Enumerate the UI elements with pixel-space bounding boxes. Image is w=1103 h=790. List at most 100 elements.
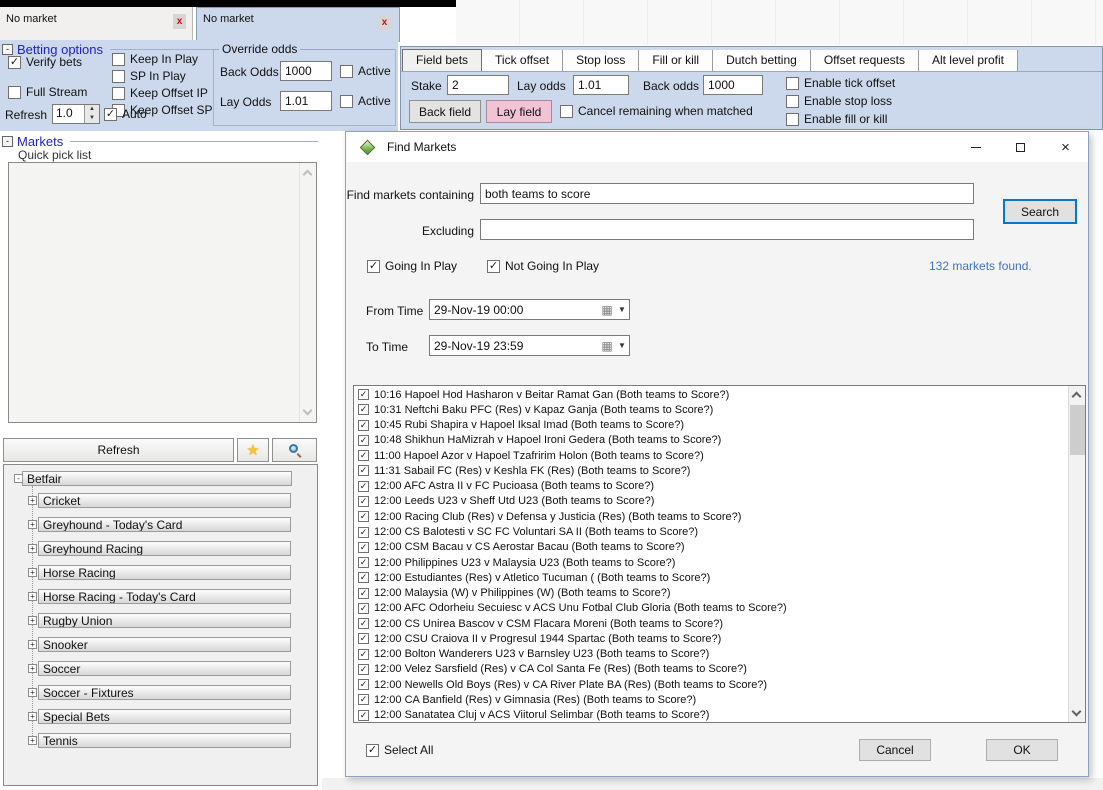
checkbox-icon[interactable] xyxy=(786,95,799,108)
betting-option-checkbox[interactable]: Keep Offset IP xyxy=(112,86,213,100)
checkbox-icon[interactable]: ✓ xyxy=(358,527,369,538)
market-tab-2[interactable]: No market x xyxy=(196,7,400,42)
market-row[interactable]: ✓10:48 Shikhun HaMizrah v Hapoel Ironi G… xyxy=(354,433,1068,448)
market-row[interactable]: ✓12:00 Leeds U23 v Sheff Utd U23 (Both t… xyxy=(354,494,1068,509)
checkbox-icon[interactable] xyxy=(340,95,353,108)
checkbox-icon[interactable]: ✓ xyxy=(358,603,369,614)
market-row[interactable]: ✓12:00 Racing Club (Res) v Defensa y Jus… xyxy=(354,509,1068,524)
refresh-interval-spinner[interactable]: 1.0 ▲▼ xyxy=(52,104,100,124)
tab-stop-loss[interactable]: Stop loss xyxy=(563,50,639,71)
checkbox-icon[interactable]: ✓ xyxy=(358,664,369,675)
checkbox-icon[interactable]: ✓ xyxy=(358,496,369,507)
tree-node-horse-racing-today-s-card[interactable]: Horse Racing - Today's Card xyxy=(38,589,291,604)
checkbox-icon[interactable]: ✓ xyxy=(358,649,369,660)
tree-node-greyhound-today-s-card[interactable]: Greyhound - Today's Card xyxy=(38,517,291,532)
market-row[interactable]: ✓11:00 Hapoel Azor v Hapoel Tzafririm Ho… xyxy=(354,448,1068,463)
full-stream-checkbox[interactable]: Full Stream xyxy=(8,85,87,99)
lay-field-button[interactable]: Lay field xyxy=(486,100,552,123)
lay-active-checkbox[interactable]: Active xyxy=(340,94,391,108)
checkbox-icon[interactable]: ✓ xyxy=(358,465,369,476)
expand-icon[interactable]: + xyxy=(28,736,37,745)
market-row[interactable]: ✓10:16 Hapoel Hod Hasharon v Beitar Rama… xyxy=(354,387,1068,402)
scrollbar-thumb[interactable] xyxy=(1070,405,1085,455)
tree-node-soccer-fixtures[interactable]: Soccer - Fixtures xyxy=(38,685,291,700)
checkbox-icon[interactable]: ✓ xyxy=(487,260,500,273)
enable-checkbox[interactable]: Enable stop loss xyxy=(786,94,895,108)
tab-alt-level-profit[interactable]: Alt level profit xyxy=(919,50,1018,71)
expand-icon[interactable]: + xyxy=(28,496,37,505)
search-markets-button[interactable] xyxy=(272,438,317,462)
checkbox-icon[interactable]: ✓ xyxy=(358,694,369,705)
find-markets-input[interactable]: both teams to score xyxy=(480,183,974,204)
market-row[interactable]: ✓12:00 AFC Astra II v FC Pucioasa (Both … xyxy=(354,479,1068,494)
market-row[interactable]: ✓12:00 Sanatatea Cluj v ACS Viitorul Sel… xyxy=(354,708,1068,722)
checkbox-icon[interactable]: ✓ xyxy=(358,633,369,644)
expand-icon[interactable]: + xyxy=(28,592,37,601)
ok-button[interactable]: OK xyxy=(986,739,1058,761)
scroll-up-icon[interactable] xyxy=(303,170,313,180)
checkbox-icon[interactable]: ✓ xyxy=(358,572,369,583)
tree-node-special-bets[interactable]: Special Bets xyxy=(38,709,291,724)
market-list-scrollbar[interactable] xyxy=(1068,386,1085,722)
going-in-play-checkbox[interactable]: ✓ Going In Play xyxy=(367,259,457,273)
checkbox-icon[interactable]: ✓ xyxy=(358,511,369,522)
market-row[interactable]: ✓12:00 CS Unirea Bascov v CSM Flacara Mo… xyxy=(354,616,1068,631)
market-row[interactable]: ✓12:00 Newells Old Boys (Res) v CA River… xyxy=(354,677,1068,692)
market-row[interactable]: ✓10:31 Neftchi Baku PFC (Res) v Kapaz Ga… xyxy=(354,402,1068,417)
enable-checkbox[interactable]: Enable tick offset xyxy=(786,76,895,90)
verify-bets-checkbox[interactable]: ✓ Verify bets xyxy=(8,55,82,69)
favourites-button[interactable]: ★ xyxy=(237,438,269,462)
tree-node-greyhound-racing[interactable]: Greyhound Racing xyxy=(38,541,291,556)
back-odds-input[interactable]: 1000 xyxy=(703,75,763,95)
market-row[interactable]: ✓12:00 CA Banfield (Res) v Gimnasia (Res… xyxy=(354,692,1068,707)
market-row[interactable]: ✓12:00 CSU Craiova II v Progresul 1944 S… xyxy=(354,631,1068,646)
checkbox-icon[interactable]: ✓ xyxy=(358,557,369,568)
checkbox-icon[interactable]: ✓ xyxy=(358,481,369,492)
checkbox-icon[interactable] xyxy=(8,86,21,99)
tab-close-icon[interactable]: x xyxy=(173,14,186,29)
market-row[interactable]: ✓12:00 Malaysia (W) v Philippines (W) (B… xyxy=(354,585,1068,600)
back-odds-input[interactable]: 1000 xyxy=(280,61,332,81)
tree-node-tennis[interactable]: Tennis xyxy=(38,733,291,748)
calendar-icon[interactable]: ▦ xyxy=(599,338,615,353)
tree-node-cricket[interactable]: Cricket xyxy=(38,493,291,508)
maximize-button[interactable] xyxy=(998,132,1043,162)
expand-icon[interactable]: + xyxy=(28,640,37,649)
search-button[interactable]: Search xyxy=(1003,199,1077,224)
checkbox-icon[interactable]: ✓ xyxy=(367,260,380,273)
lay-odds-input[interactable]: 1.01 xyxy=(573,75,629,95)
spin-down-icon[interactable]: ▼ xyxy=(85,114,99,123)
market-row[interactable]: ✓10:45 Rubi Shapira v Hapoel Iksal Imad … xyxy=(354,418,1068,433)
market-row[interactable]: ✓11:31 Sabail FC (Res) v Keshla FK (Res)… xyxy=(354,463,1068,478)
spinner-buttons[interactable]: ▲▼ xyxy=(84,105,99,123)
tree-node-soccer[interactable]: Soccer xyxy=(38,661,291,676)
betting-option-checkbox[interactable]: SP In Play xyxy=(112,69,213,83)
tree-node-snooker[interactable]: Snooker xyxy=(38,637,291,652)
checkbox-icon[interactable] xyxy=(786,113,799,126)
checkbox-icon[interactable]: ✓ xyxy=(8,56,21,69)
market-tab-1[interactable]: No market x xyxy=(0,7,193,40)
checkbox-icon[interactable] xyxy=(340,65,353,78)
collapse-icon[interactable]: - xyxy=(2,136,13,147)
market-row[interactable]: ✓12:00 CS Balotesti v SC FC Voluntari SA… xyxy=(354,524,1068,539)
tab-close-icon[interactable]: x xyxy=(378,15,391,30)
checkbox-icon[interactable]: ✓ xyxy=(358,420,369,431)
checkbox-icon[interactable] xyxy=(112,70,125,83)
expand-icon[interactable]: + xyxy=(28,688,37,697)
cancel-remaining-checkbox[interactable]: Cancel remaining when matched xyxy=(560,104,753,118)
refresh-tree-button[interactable]: Refresh xyxy=(3,438,234,462)
tree-node-betfair[interactable]: Betfair xyxy=(22,471,292,486)
lay-odds-input[interactable]: 1.01 xyxy=(280,91,332,111)
checkbox-icon[interactable]: ✓ xyxy=(358,435,369,446)
checkbox-icon[interactable]: ✓ xyxy=(358,450,369,461)
checkbox-icon[interactable]: ✓ xyxy=(358,710,369,721)
tab-offset-requests[interactable]: Offset requests xyxy=(811,50,919,71)
scroll-up-icon[interactable] xyxy=(1072,392,1082,402)
chevron-down-icon[interactable]: ▼ xyxy=(615,341,629,350)
auto-checkbox[interactable]: ✓ Auto xyxy=(104,107,147,121)
market-row[interactable]: ✓12:00 Velez Sarsfield (Res) v CA Col Sa… xyxy=(354,662,1068,677)
to-time-picker[interactable]: 29-Nov-19 23:59 ▦ ▼ xyxy=(429,335,630,356)
quickpick-scrollbar[interactable] xyxy=(299,163,316,422)
spin-up-icon[interactable]: ▲ xyxy=(85,105,99,114)
back-active-checkbox[interactable]: Active xyxy=(340,64,391,78)
